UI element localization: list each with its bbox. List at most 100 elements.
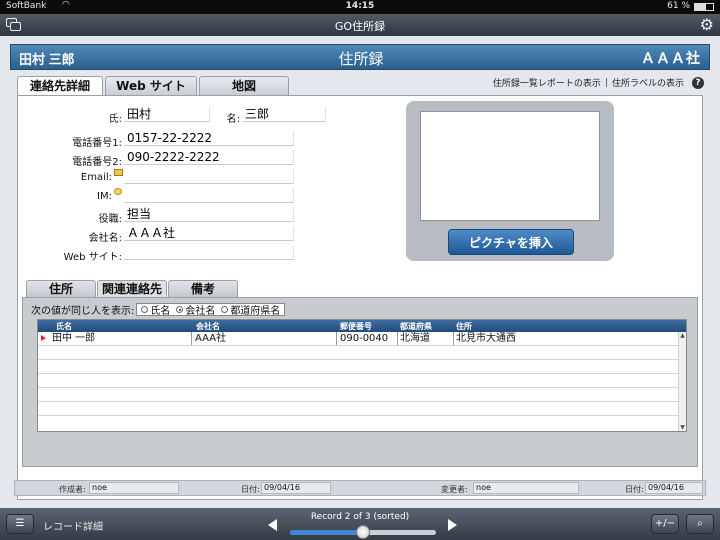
layout-area: 田村 三郎 住所録 ＡＡＡ社 住所録一覧レポートの表示 | 住所ラベルの表示 ?… [0,36,720,508]
picture-container: ピクチャを挿入 [406,101,614,261]
website-label: Web サイト: [63,252,122,263]
record-slider[interactable] [290,525,436,539]
phone2-label: 電話番号2: [72,157,122,168]
cell-company: AAA社 [193,332,337,345]
first-name-label: 名: [226,114,240,125]
column-prefecture: 都道府県 [400,322,432,331]
table-row[interactable] [38,388,678,402]
battery-icon [694,3,714,11]
table-scrollbar[interactable]: ▲ ▼ [678,332,686,431]
table-header: 氏名 会社名 郵便番号 都道府県 住所 [38,320,686,332]
contact-detail-panel: 氏: 田村 名: 三郎 電話番号1: 0157-22-2222 電話番号2: 0… [17,95,703,500]
report-link[interactable]: 住所録一覧レポートの表示 [493,76,601,89]
table-row[interactable] [38,402,678,416]
related-contacts-panel: 次の値が同じ人を表示: 氏名 会社名 都道府県名 氏名 会社名 郵便番号 都道府… [22,297,698,467]
scroll-down-icon[interactable]: ▼ [679,424,686,431]
email-field[interactable] [124,169,294,184]
bottom-toolbar: ☰ レコード詳細 Record 2 of 3 (sorted) +/− ⌕ [0,508,720,540]
first-name-field[interactable]: 三郎 [242,107,326,122]
phone1-field[interactable]: 0157-22-2222 [124,131,294,146]
table-row[interactable]: 田中 一郎 AAA社 090-0040 北海道 北見市大通西 [38,332,678,346]
radio-dot [176,306,184,313]
table-row[interactable] [38,360,678,374]
modified-date-value: 09/04/16 [645,482,703,494]
modified-date-label: 日付: [625,485,644,494]
radio-label: 都道府県名 [230,306,281,317]
find-icon[interactable]: ⌕ [686,514,714,534]
labels-link[interactable]: 住所ラベルの表示 [612,76,684,89]
radio-prefecture[interactable]: 都道府県名 [221,302,280,317]
modifier-value: noe [473,482,579,494]
creator-label: 作成者: [59,485,86,494]
radio-name[interactable]: 氏名 [141,302,170,317]
last-name-label: 氏: [108,114,122,125]
modifier-label: 変更者: [441,485,468,494]
created-date-label: 日付: [241,485,260,494]
cell-prefecture: 北海道 [398,332,454,345]
tab-map[interactable]: 地図 [199,76,289,95]
table-row[interactable] [38,346,678,360]
radio-company[interactable]: 会社名 [176,302,215,317]
column-zip: 郵便番号 [340,322,372,331]
radio-dot [141,306,149,313]
main-tabs: 連絡先詳細 Web サイト 地図 [17,76,289,96]
related-contacts-table: 氏名 会社名 郵便番号 都道府県 住所 田中 一郎 AAA社 090-0040 … [37,319,687,432]
column-company: 会社名 [196,322,220,331]
company-label: 会社名: [88,233,122,244]
filter-label: 次の値が同じ人を表示: [31,306,135,317]
email-label: Email: [80,172,112,183]
column-address: 住所 [456,322,472,331]
filter-radio-group: 氏名 会社名 都道府県名 [136,302,286,317]
role-field[interactable]: 担当 [124,207,294,222]
column-name: 氏名 [56,322,72,331]
link-separator: | [604,77,608,88]
help-icon[interactable]: ? [692,76,704,89]
scroll-up-icon[interactable]: ▲ [679,332,686,339]
im-label: IM: [97,191,112,202]
status-bar: SoftBank ◠ 14:15 61 % [0,0,720,14]
role-label: 役職: [98,214,122,225]
company-field[interactable]: ＡＡＡ社 [124,226,294,241]
record-counter: Record 2 of 3 (sorted) [310,512,410,522]
slider-fill [290,530,363,535]
creator-value: noe [89,482,179,494]
insert-picture-button[interactable]: ピクチャを挿入 [448,229,574,255]
im-field[interactable] [124,188,294,203]
created-date-value: 09/04/16 [261,482,331,494]
tab-notes[interactable]: 備考 [168,280,238,297]
cell-name: 田中 一郎 [50,332,192,345]
sub-tabs: 住所 関連連絡先 備考 [26,280,238,298]
im-icon[interactable] [114,188,122,195]
email-icon[interactable] [114,169,123,176]
record-header: 田村 三郎 住所録 ＡＡＡ社 [10,44,710,70]
battery-percent: 61 % [667,1,690,11]
tab-contact-details[interactable]: 連絡先詳細 [17,76,103,96]
current-row-marker-icon [41,335,46,341]
phone1-label: 電話番号1: [72,138,122,149]
slider-knob[interactable] [356,525,370,539]
page-title: 住所録 [338,50,384,68]
gear-icon[interactable]: ⚙ [700,15,714,34]
next-record-icon[interactable] [448,519,457,531]
website-field[interactable] [124,245,294,260]
tab-address[interactable]: 住所 [26,280,96,297]
header-company: ＡＡＡ社 [641,50,701,66]
cell-address: 北見市大通西 [456,333,516,344]
radio-label: 会社名 [185,306,216,317]
related-filter: 次の値が同じ人を表示: 氏名 会社名 都道府県名 [31,302,286,317]
radio-dot [221,306,229,313]
table-row[interactable] [38,374,678,388]
cell-zip: 090-0040 [338,332,398,345]
table-row[interactable] [38,416,678,430]
add-remove-record-icon[interactable]: +/− [651,514,679,534]
picture-frame[interactable] [420,111,600,221]
radio-label: 氏名 [150,306,171,317]
record-meta-bar: 作成者: noe 日付: 09/04/16 変更者: noe 日付: 09/04… [14,480,706,496]
previous-record-icon[interactable] [268,519,277,531]
tab-website[interactable]: Web サイト [105,76,197,95]
tab-related-contacts[interactable]: 関連連絡先 [97,280,167,298]
phone2-field[interactable]: 090-2222-2222 [124,150,294,165]
report-links: 住所録一覧レポートの表示 | 住所ラベルの表示 ? [493,76,704,89]
app-bar: GO住所録 ⚙ [0,14,720,36]
last-name-field[interactable]: 田村 [124,107,210,122]
